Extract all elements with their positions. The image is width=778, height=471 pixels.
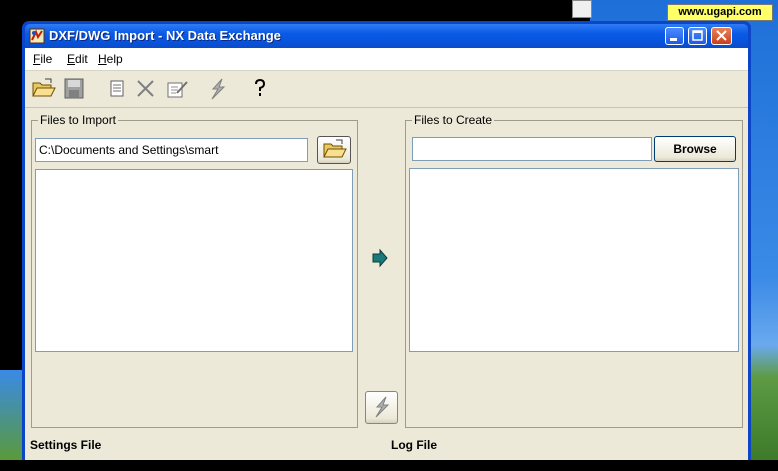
import-files-list[interactable]	[35, 169, 353, 352]
create-files-list[interactable]	[409, 168, 739, 352]
create-path-input[interactable]	[412, 137, 652, 161]
files-to-import-label: Files to Import	[38, 113, 119, 127]
close-icon	[716, 30, 727, 41]
title-bar[interactable]: DXF/DWG Import - NX Data Exchange	[25, 24, 748, 48]
close-button[interactable]	[711, 27, 732, 45]
import-browse-button[interactable]	[317, 136, 351, 164]
menu-help-label: Help	[98, 52, 123, 66]
run-translation-button[interactable]	[365, 391, 398, 424]
menu-edit-label: Edit	[67, 52, 88, 66]
edit-icon[interactable]	[165, 77, 191, 101]
window-title: DXF/DWG Import - NX Data Exchange	[49, 28, 281, 43]
transfer-arrow-icon	[372, 248, 388, 268]
run-lightning-icon[interactable]	[205, 77, 231, 101]
settings-file-label: Settings File	[30, 438, 102, 452]
open-folder-icon[interactable]	[31, 77, 57, 101]
watermark: www.ugapi.com	[667, 4, 773, 21]
run-lightning-icon	[375, 396, 389, 418]
import-path-input[interactable]: C:\Documents and Settings\smart	[35, 138, 308, 162]
desktop-background-left	[0, 370, 24, 460]
status-area: Settings File D:\ugs\ug3.0\DXFDWG\dxfdwg…	[25, 432, 748, 471]
save-disk-icon[interactable]	[62, 77, 88, 101]
client-area: File Edit Help Files to Import C:\Docume…	[25, 48, 748, 471]
menu-file[interactable]: File	[33, 52, 52, 66]
properties-icon[interactable]	[104, 77, 130, 101]
open-folder-icon	[323, 139, 347, 158]
app-icon	[29, 28, 45, 44]
browse-button[interactable]: Browse	[654, 136, 736, 162]
minimize-icon	[670, 38, 677, 41]
menu-file-label: File	[33, 52, 53, 66]
menu-bar: File Edit Help	[25, 48, 748, 71]
log-file-label: Log File	[391, 438, 437, 452]
settings-file-path: D:\ugs\ug3.0\DXFDWG\dxfdwg.def	[30, 459, 201, 471]
maximize-icon	[692, 30, 703, 41]
delete-x-icon[interactable]	[133, 77, 159, 101]
toolbar	[25, 71, 748, 108]
maximize-button[interactable]	[688, 27, 707, 45]
help-question-icon[interactable]	[247, 77, 273, 101]
app-window: DXF/DWG Import - NX Data Exchange File E…	[22, 21, 751, 471]
menu-edit[interactable]: Edit	[67, 52, 88, 66]
minimize-button[interactable]	[665, 27, 684, 45]
files-to-create-label: Files to Create	[412, 113, 495, 127]
menu-help[interactable]: Help	[98, 52, 123, 66]
background-window-fragment	[572, 0, 592, 18]
